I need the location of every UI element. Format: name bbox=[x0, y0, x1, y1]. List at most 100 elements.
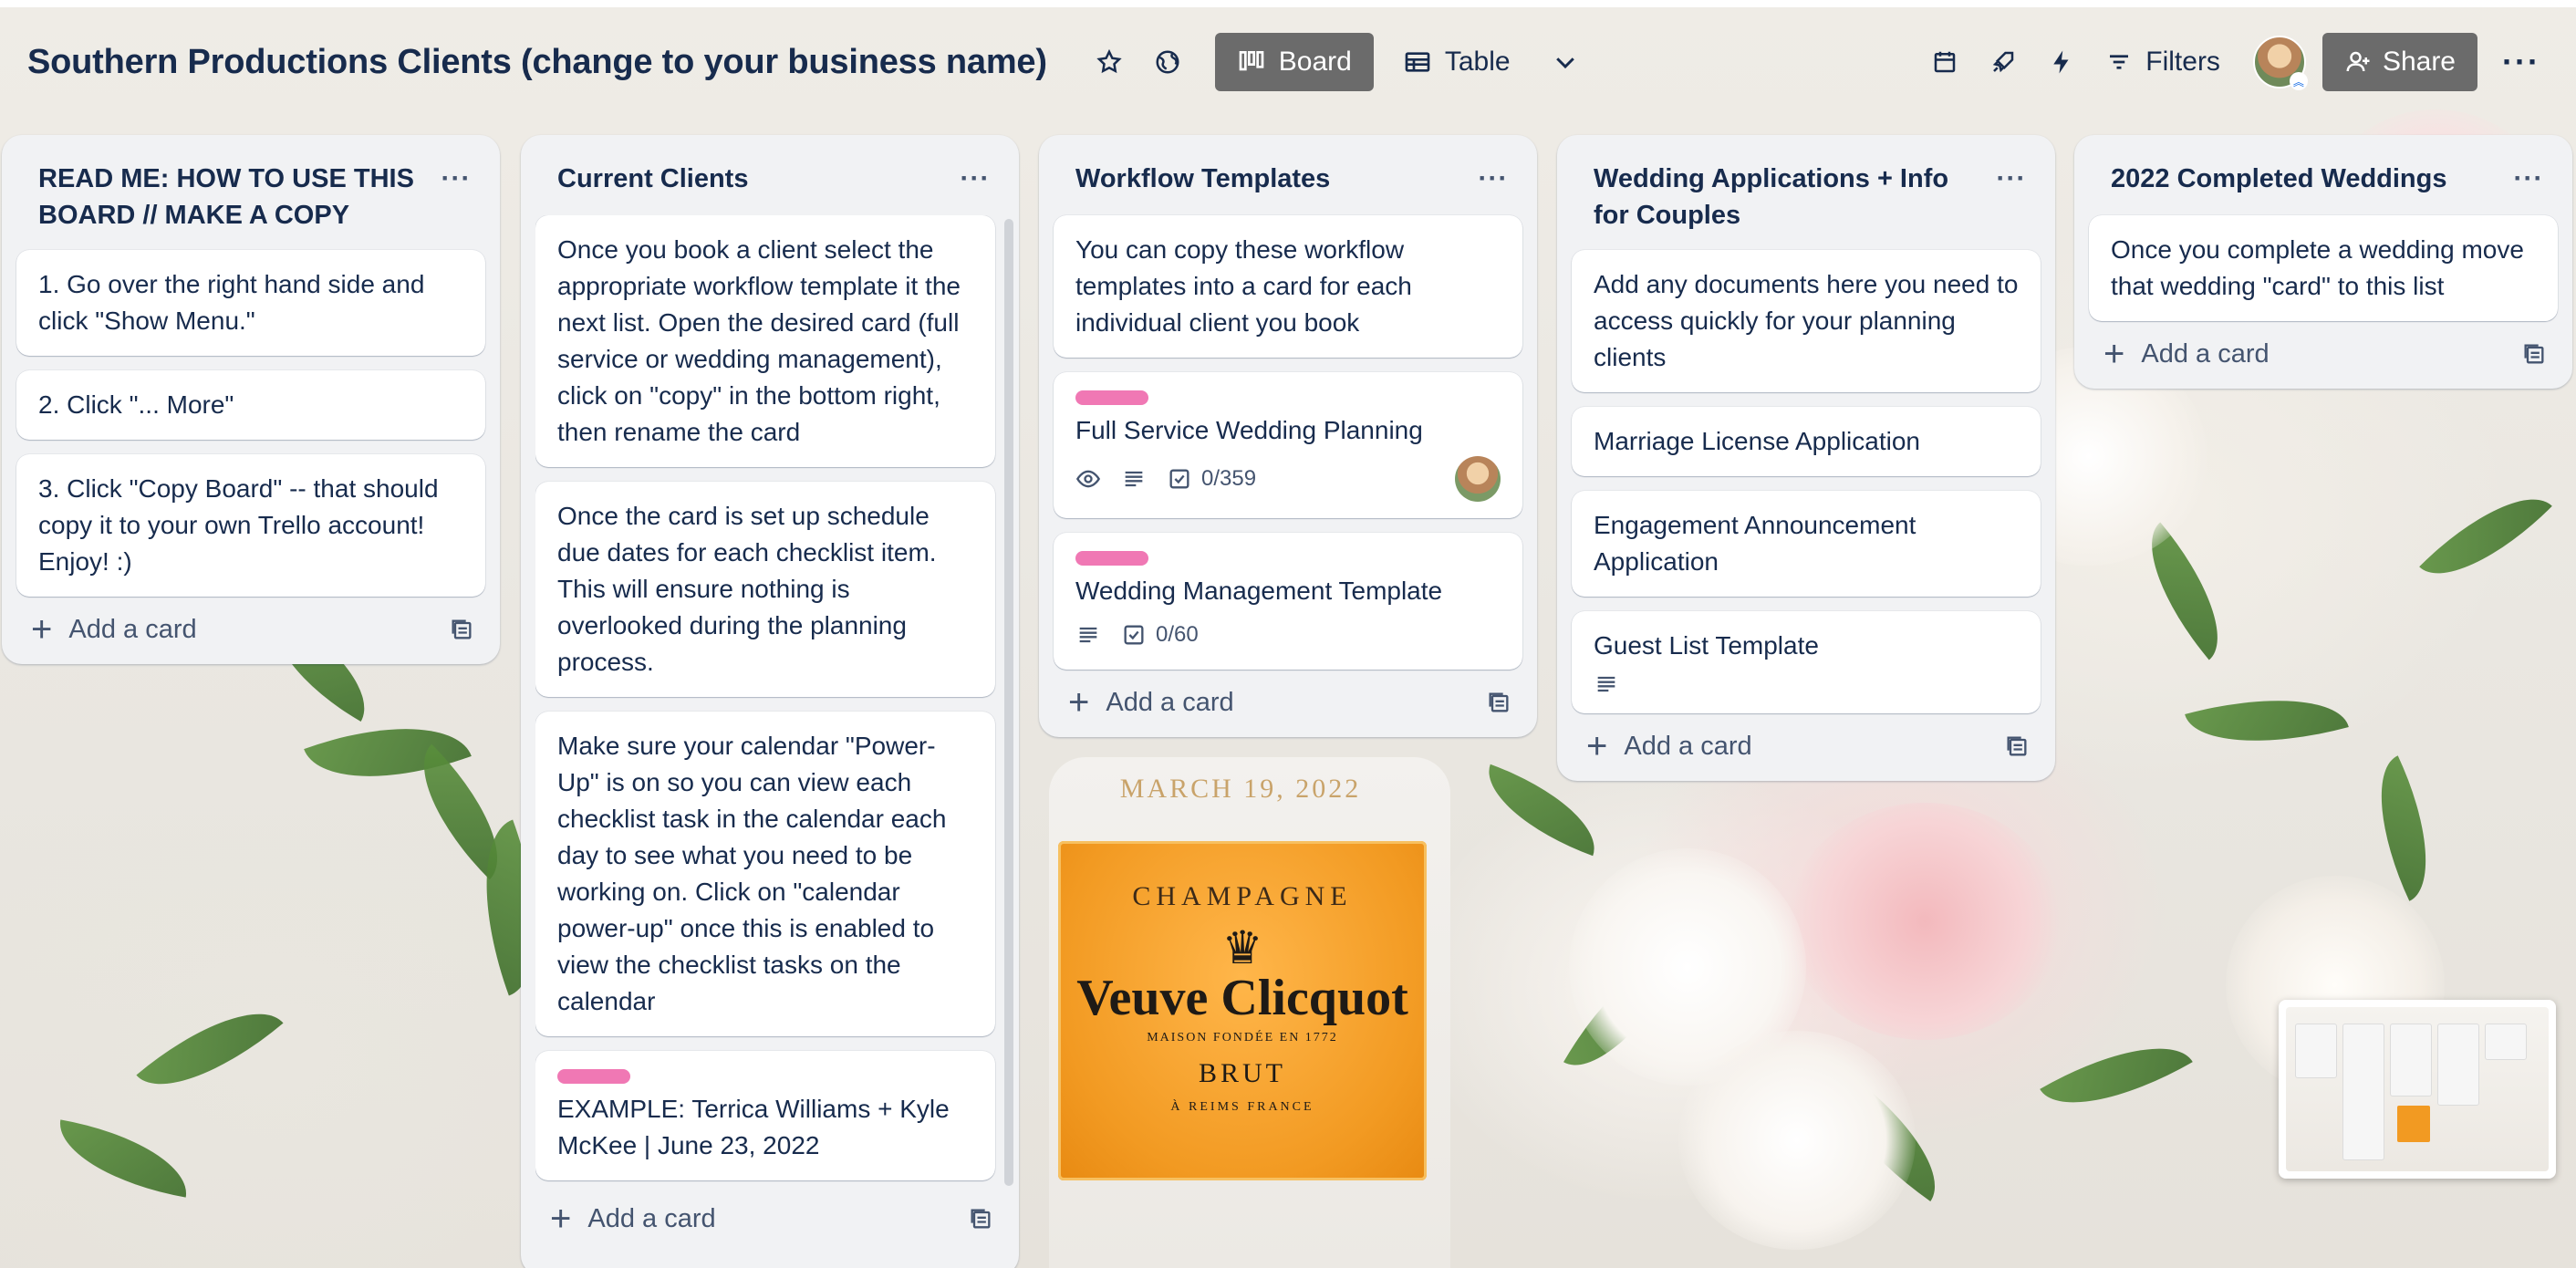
automation-lightning-icon[interactable] bbox=[2036, 36, 2087, 88]
add-card-row: + Add a card bbox=[1572, 713, 2041, 768]
card-title: Engagement Announcement Application bbox=[1594, 511, 1916, 576]
list-scrollbar[interactable] bbox=[1004, 219, 1013, 1186]
card-member-avatar[interactable] bbox=[1455, 456, 1501, 502]
list-menu-icon[interactable]: ··· bbox=[953, 161, 997, 197]
add-card-label: Add a card bbox=[587, 1203, 716, 1233]
create-from-template-icon[interactable] bbox=[968, 1206, 993, 1232]
chevron-down-icon[interactable] bbox=[1540, 36, 1591, 88]
checklist-icon bbox=[1169, 469, 1189, 489]
create-from-template-icon[interactable] bbox=[2004, 733, 2030, 759]
watching-eye-icon bbox=[1075, 466, 1101, 492]
list-title[interactable]: 2022 Completed Weddings bbox=[2111, 161, 2507, 197]
view-board-button[interactable]: Board bbox=[1214, 33, 1374, 91]
view-table-button[interactable]: Table bbox=[1381, 33, 1532, 91]
visibility-globe-icon[interactable] bbox=[1142, 36, 1193, 88]
board-header: Southern Productions Clients (change to … bbox=[0, 0, 2576, 117]
add-card-row: + Add a card bbox=[535, 1184, 1004, 1239]
add-card-button[interactable]: + Add a card bbox=[31, 611, 197, 648]
card-title: Add any documents here you need to acces… bbox=[1594, 270, 2019, 371]
card[interactable]: Full Service Wedding Planning 0/359 bbox=[1054, 372, 1522, 518]
card-badges: 0/60 bbox=[1075, 617, 1501, 653]
card[interactable]: Wedding Management Template 0/60 bbox=[1054, 533, 1522, 670]
card-badges bbox=[1594, 671, 2019, 697]
filters-button[interactable]: Filters bbox=[2087, 33, 2238, 91]
list-wedding-applications[interactable]: Wedding Applications + Info for Couples … bbox=[1557, 135, 2055, 781]
list-header: Current Clients ··· bbox=[535, 135, 1004, 219]
add-card-button[interactable]: + Add a card bbox=[2103, 336, 2270, 372]
filters-label: Filters bbox=[2145, 47, 2220, 77]
description-icon bbox=[1594, 671, 1619, 697]
card[interactable]: Engagement Announcement Application bbox=[1572, 491, 2041, 597]
list-header: Wedding Applications + Info for Couples … bbox=[1572, 135, 2041, 234]
admin-chevron-icon: ︽ bbox=[2289, 72, 2308, 90]
card[interactable]: Once the card is set up schedule due dat… bbox=[535, 482, 995, 697]
plus-icon: + bbox=[31, 609, 53, 650]
board-title[interactable]: Southern Productions Clients (change to … bbox=[27, 43, 1047, 82]
bottle-brut-text: BRUT bbox=[1198, 1058, 1286, 1088]
add-card-button[interactable]: + Add a card bbox=[1068, 684, 1234, 721]
add-card-label: Add a card bbox=[1624, 731, 1752, 761]
power-ups-rocket-icon[interactable] bbox=[1978, 36, 2029, 88]
add-card-label: Add a card bbox=[68, 614, 197, 644]
card-title: Make sure your calendar "Power-Up" is on… bbox=[557, 732, 947, 1015]
card-title: 1. Go over the right hand side and click… bbox=[38, 270, 425, 335]
add-card-button[interactable]: + Add a card bbox=[550, 1200, 716, 1237]
star-icon[interactable] bbox=[1084, 36, 1135, 88]
list-menu-icon[interactable]: ··· bbox=[2507, 161, 2550, 197]
thumbnail-image bbox=[2286, 1007, 2549, 1171]
card-title: Full Service Wedding Planning bbox=[1075, 416, 1423, 444]
card-title: EXAMPLE: Terrica Williams + Kyle McKee |… bbox=[557, 1095, 950, 1159]
list-menu-icon[interactable]: ··· bbox=[434, 161, 478, 197]
share-button[interactable]: Share bbox=[2322, 33, 2477, 91]
list-title[interactable]: Current Clients bbox=[557, 161, 953, 197]
card-label-pink[interactable] bbox=[1075, 551, 1148, 566]
add-person-icon bbox=[2346, 51, 2370, 72]
plus-icon: + bbox=[1586, 726, 1608, 766]
filter-icon bbox=[2110, 55, 2129, 69]
create-from-template-icon[interactable] bbox=[2521, 341, 2547, 367]
add-card-row: + Add a card bbox=[2089, 321, 2558, 376]
screen-thumbnail-preview[interactable] bbox=[2279, 1000, 2556, 1179]
card-title: Wedding Management Template bbox=[1075, 577, 1443, 605]
list-menu-icon[interactable]: ··· bbox=[1471, 161, 1515, 197]
list-read-me[interactable]: READ ME: HOW TO USE THIS BOARD // MAKE A… bbox=[2, 135, 500, 664]
card[interactable]: 1. Go over the right hand side and click… bbox=[16, 250, 485, 356]
card-title: Once you complete a wedding move that we… bbox=[2111, 235, 2524, 300]
card[interactable]: You can copy these workflow templates in… bbox=[1054, 215, 1522, 358]
list-workflow-templates[interactable]: Workflow Templates ··· You can copy thes… bbox=[1039, 135, 1537, 737]
list-title[interactable]: Wedding Applications + Info for Couples bbox=[1594, 161, 1989, 234]
card-title: Marriage License Application bbox=[1594, 427, 1920, 455]
list-current-clients[interactable]: Current Clients ··· Once you book a clie… bbox=[521, 135, 1019, 1268]
bottle-champagne-text: CHAMPAGNE bbox=[1132, 881, 1353, 911]
member-avatar[interactable]: ︽ bbox=[2252, 36, 2308, 90]
card-label-pink[interactable] bbox=[557, 1069, 630, 1084]
card[interactable]: 2. Click "... More" bbox=[16, 370, 485, 440]
card[interactable]: Once you complete a wedding move that we… bbox=[2089, 215, 2558, 321]
share-label: Share bbox=[2382, 47, 2456, 77]
more-options-icon[interactable]: ··· bbox=[2494, 35, 2549, 89]
calendar-icon[interactable] bbox=[1919, 36, 1970, 88]
card[interactable]: Add any documents here you need to acces… bbox=[1572, 250, 2041, 392]
create-from-template-icon[interactable] bbox=[449, 617, 474, 642]
card[interactable]: Marriage License Application bbox=[1572, 407, 2041, 476]
card-title: Once the card is set up schedule due dat… bbox=[557, 502, 937, 676]
card-label-pink[interactable] bbox=[1075, 390, 1148, 405]
create-from-template-icon[interactable] bbox=[1486, 690, 1511, 715]
bottle-maison-text: MAISON FONDÉE EN 1772 bbox=[1147, 1031, 1338, 1045]
list-header: READ ME: HOW TO USE THIS BOARD // MAKE A… bbox=[16, 135, 485, 234]
card-title: Once you book a client select the approp… bbox=[557, 235, 961, 446]
list-title[interactable]: Workflow Templates bbox=[1075, 161, 1471, 197]
card[interactable]: Once you book a client select the approp… bbox=[535, 215, 995, 467]
list-completed-weddings[interactable]: 2022 Completed Weddings ··· Once you com… bbox=[2074, 135, 2572, 389]
list-title[interactable]: READ ME: HOW TO USE THIS BOARD // MAKE A… bbox=[38, 161, 434, 234]
card[interactable]: Guest List Template bbox=[1572, 611, 2041, 713]
checklist-icon bbox=[1124, 625, 1144, 645]
bottle-brand-text: Veuve Clicquot bbox=[1076, 970, 1408, 1026]
add-card-button[interactable]: + Add a card bbox=[1586, 728, 1752, 764]
card-badges: 0/359 bbox=[1075, 456, 1501, 502]
bottle-crest-icon: ♛ bbox=[1221, 922, 1263, 973]
card[interactable]: Make sure your calendar "Power-Up" is on… bbox=[535, 712, 995, 1036]
list-menu-icon[interactable]: ··· bbox=[1989, 161, 2033, 197]
card[interactable]: EXAMPLE: Terrica Williams + Kyle McKee |… bbox=[535, 1051, 995, 1180]
card[interactable]: 3. Click "Copy Board" -- that should cop… bbox=[16, 454, 485, 597]
